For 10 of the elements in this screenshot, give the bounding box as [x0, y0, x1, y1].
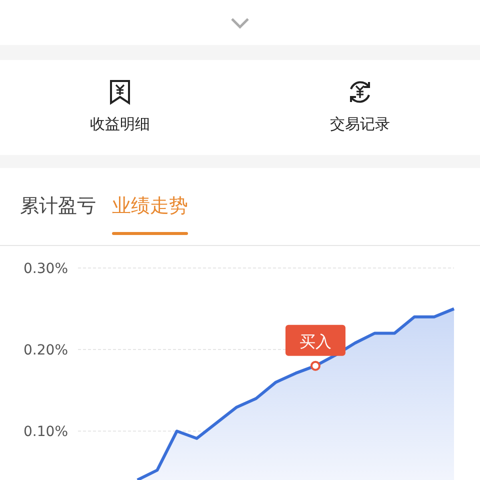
shortcut-button[interactable]: 交易记录 — [240, 60, 480, 155]
currency-exchange-icon — [347, 79, 373, 106]
tab[interactable]: 累计盈亏 — [20, 182, 96, 230]
shortcut-button[interactable]: 收益明细 — [0, 60, 240, 155]
receipt-icon — [109, 79, 131, 106]
collapse-chevron-icon[interactable] — [230, 16, 250, 28]
axis-label: 0.30% — [24, 261, 68, 277]
axis-label: 0.20% — [24, 342, 68, 359]
annotation: 买入 — [299, 332, 332, 351]
axis-label: 0.10% — [24, 424, 68, 440]
